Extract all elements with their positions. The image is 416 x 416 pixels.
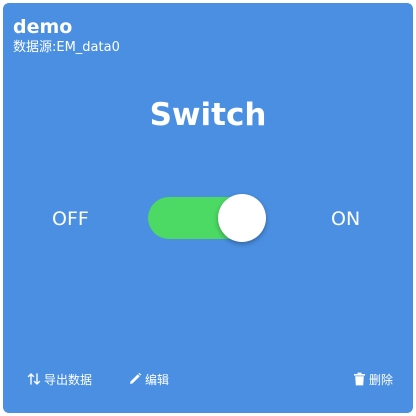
swap-vertical-icon [27,373,41,385]
delete-button[interactable]: 删除 [353,369,393,389]
on-label: ON [331,208,361,230]
export-data-label: 导出数据 [44,372,93,387]
data-source-label: 数据源:EM_data0 [13,40,120,55]
device-card: demo 数据源:EM_data0 Switch OFF ON 导出数据 编辑 … [3,3,413,413]
export-data-button[interactable]: 导出数据 [27,369,92,389]
switch-knob[interactable] [218,194,266,242]
trash-icon [354,372,365,386]
edit-button[interactable]: 编辑 [128,369,169,389]
delete-label: 删除 [369,372,394,387]
toggle-switch[interactable] [148,194,266,242]
off-label: OFF [52,208,89,230]
card-title: demo [13,16,73,38]
pencil-icon [130,372,142,384]
widget-label: Switch [149,97,267,133]
edit-label: 编辑 [145,372,170,387]
